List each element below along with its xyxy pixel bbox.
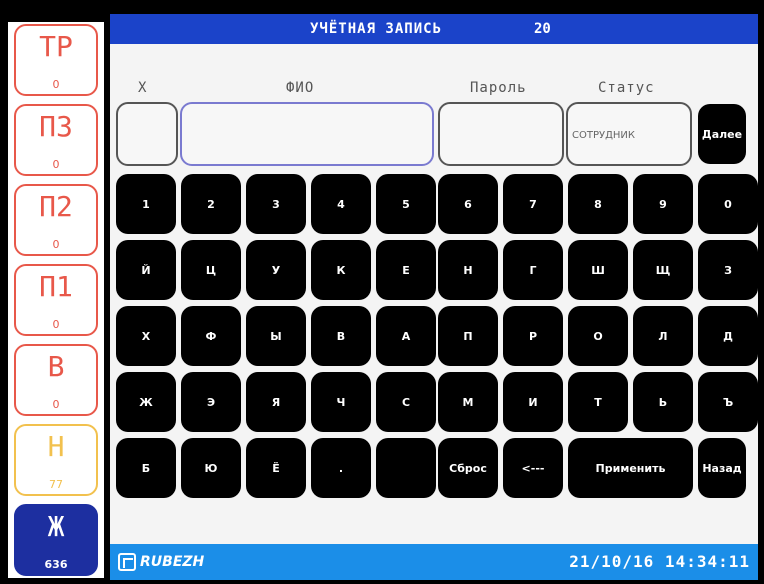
sidebar-button-count: 0 — [52, 78, 60, 91]
key-5[interactable]: 5 — [376, 174, 436, 234]
key-8[interactable]: 8 — [568, 174, 628, 234]
sidebar-button-p3[interactable]: П3 0 — [14, 104, 98, 176]
key-letter[interactable]: Ч — [311, 372, 371, 432]
key-0[interactable]: 0 — [698, 174, 758, 234]
key-letter[interactable]: А — [376, 306, 436, 366]
sidebar-button-v[interactable]: В 0 — [14, 344, 98, 416]
status-bar: RUBEZH 21/10/16 14:34:11 — [110, 544, 758, 580]
key-2[interactable]: 2 — [181, 174, 241, 234]
key-letter[interactable]: Е — [376, 240, 436, 300]
key-letter[interactable]: Т — [568, 372, 628, 432]
fio-field[interactable] — [180, 102, 434, 166]
key-letter[interactable]: Ы — [246, 306, 306, 366]
key-letter[interactable]: Н — [438, 240, 498, 300]
sidebar-button-label: В — [47, 350, 65, 383]
key-letter[interactable]: Ё — [246, 438, 306, 498]
key-letter[interactable]: Ф — [181, 306, 241, 366]
key-letter[interactable]: Р — [503, 306, 563, 366]
key-1[interactable]: 1 — [116, 174, 176, 234]
key-letter[interactable]: Ш — [568, 240, 628, 300]
rubezh-logo: RUBEZH — [118, 550, 204, 574]
sidebar-button-n[interactable]: Н 77 — [14, 424, 98, 496]
device-screen: ТР 0 П3 0 П2 0 П1 0 В 0 Н 77 Ж 636 УЧЁТН… — [0, 0, 764, 584]
key-letter[interactable]: К — [311, 240, 371, 300]
key-letter[interactable]: Б — [116, 438, 176, 498]
sidebar-button-label: П1 — [39, 270, 73, 303]
sidebar-button-count: 77 — [49, 478, 63, 491]
reset-button[interactable]: Сброс — [438, 438, 498, 498]
sidebar-button-label: ТР — [39, 30, 73, 63]
key-dot[interactable]: . — [311, 438, 371, 498]
sidebar-button-p1[interactable]: П1 0 — [14, 264, 98, 336]
column-header-fio: ФИО — [286, 80, 315, 96]
key-letter[interactable]: Ц — [181, 240, 241, 300]
key-letter[interactable]: З — [698, 240, 758, 300]
sidebar: ТР 0 П3 0 П2 0 П1 0 В 0 Н 77 Ж 636 — [8, 22, 104, 578]
key-letter[interactable]: П — [438, 306, 498, 366]
column-header-x: Х — [138, 80, 148, 96]
key-letter[interactable]: У — [246, 240, 306, 300]
key-letter[interactable]: И — [503, 372, 563, 432]
key-letter[interactable]: Щ — [633, 240, 693, 300]
key-letter[interactable]: Д — [698, 306, 758, 366]
sidebar-button-count: 0 — [52, 158, 60, 171]
date-time: 21/10/16 14:34:11 — [569, 552, 750, 571]
key-letter[interactable]: Х — [116, 306, 176, 366]
key-letter[interactable]: Ь — [633, 372, 693, 432]
key-letter[interactable]: Ю — [181, 438, 241, 498]
key-letter[interactable]: М — [438, 372, 498, 432]
sidebar-button-count: 0 — [52, 318, 60, 331]
column-header-password: Пароль — [470, 80, 527, 96]
key-letter[interactable]: О — [568, 306, 628, 366]
key-9[interactable]: 9 — [633, 174, 693, 234]
back-button[interactable]: Назад — [698, 438, 746, 498]
main-panel: УЧЁТНАЯ ЗАПИСЬ 20 Х ФИО Пароль Статус СО… — [110, 14, 758, 580]
sidebar-button-label: Ж — [47, 510, 65, 543]
key-6[interactable]: 6 — [438, 174, 498, 234]
logo-text: RUBEZH — [140, 554, 205, 570]
key-letter[interactable]: Я — [246, 372, 306, 432]
key-letter[interactable]: Ж — [116, 372, 176, 432]
x-field[interactable] — [116, 102, 178, 166]
sidebar-button-count: 0 — [52, 238, 60, 251]
sidebar-button-label: Н — [47, 430, 65, 463]
key-letter[interactable]: Э — [181, 372, 241, 432]
key-3[interactable]: 3 — [246, 174, 306, 234]
key-7[interactable]: 7 — [503, 174, 563, 234]
rubezh-logo-icon — [118, 553, 136, 571]
sidebar-button-tr[interactable]: ТР 0 — [14, 24, 98, 96]
password-field[interactable] — [438, 102, 564, 166]
next-button[interactable]: Далее — [698, 104, 746, 164]
key-letter[interactable]: С — [376, 372, 436, 432]
page-title: УЧЁТНАЯ ЗАПИСЬ — [310, 21, 443, 37]
space-key[interactable] — [376, 438, 436, 498]
apply-button[interactable]: Применить — [568, 438, 693, 498]
status-value: СОТРУДНИК — [572, 130, 635, 141]
key-letter[interactable]: Й — [116, 240, 176, 300]
backspace-button[interactable]: <--- — [503, 438, 563, 498]
key-letter[interactable]: В — [311, 306, 371, 366]
sidebar-button-label: П3 — [39, 110, 73, 143]
sidebar-button-label: П2 — [39, 190, 73, 223]
column-header-status: Статус — [598, 80, 655, 96]
sidebar-button-p2[interactable]: П2 0 — [14, 184, 98, 256]
sidebar-button-count: 0 — [52, 398, 60, 411]
title-bar: УЧЁТНАЯ ЗАПИСЬ 20 — [110, 14, 758, 44]
status-field[interactable]: СОТРУДНИК — [566, 102, 692, 166]
key-letter[interactable]: Г — [503, 240, 563, 300]
sidebar-button-count: 636 — [44, 558, 68, 571]
key-4[interactable]: 4 — [311, 174, 371, 234]
sidebar-button-zh[interactable]: Ж 636 — [14, 504, 98, 576]
record-number: 20 — [534, 21, 551, 37]
key-letter[interactable]: Ъ — [698, 372, 758, 432]
key-letter[interactable]: Л — [633, 306, 693, 366]
